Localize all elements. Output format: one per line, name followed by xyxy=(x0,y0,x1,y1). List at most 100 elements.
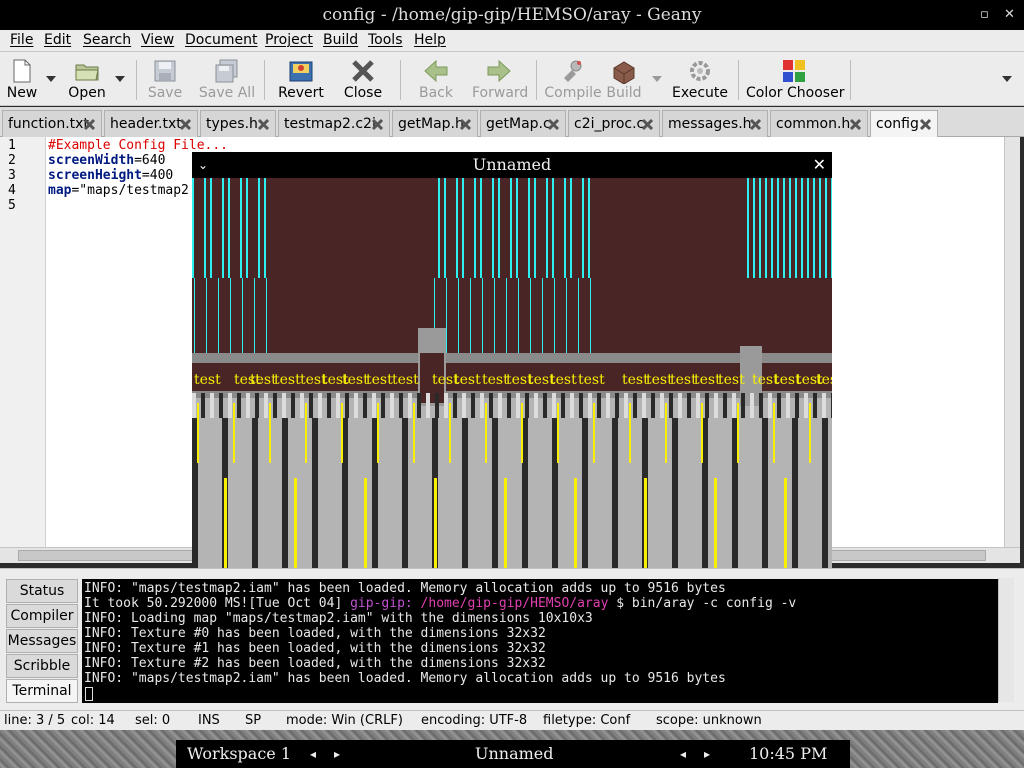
menu-project[interactable]: Project xyxy=(265,31,313,49)
compile-button[interactable]: Compile xyxy=(544,52,602,106)
menubar: File Edit Search View Document Project B… xyxy=(0,30,1024,52)
wall-texture xyxy=(372,393,376,418)
tab-messages-h[interactable]: messages.h xyxy=(662,110,768,137)
code-line[interactable]: screenHeight=400 xyxy=(48,168,173,183)
revert-icon xyxy=(289,61,313,82)
tab-terminal[interactable]: Terminal xyxy=(6,679,78,703)
toolbar: New Open Save Save All Revert Close Back… xyxy=(0,52,1024,106)
floor-highlight xyxy=(224,478,227,578)
menu-edit[interactable]: Edit xyxy=(44,31,71,49)
open-button[interactable]: Open xyxy=(64,52,110,106)
game-window-close-icon[interactable]: ✕ xyxy=(813,152,826,178)
wall-texture xyxy=(768,393,772,418)
prev-workspace-icon[interactable]: ◂ xyxy=(310,740,316,768)
ceiling-light xyxy=(194,278,195,353)
terminal-output[interactable]: INFO: "maps/testmap2.iam" has been loade… xyxy=(82,579,998,703)
wall-texture xyxy=(354,393,358,418)
save-all-button[interactable]: Save All xyxy=(198,52,256,106)
menu-view[interactable]: View xyxy=(141,31,174,49)
tab-getmap-h[interactable]: getMap.h xyxy=(392,110,478,137)
line-number-gutter: 1 2 3 4 5 xyxy=(0,137,46,547)
close-tab-icon[interactable] xyxy=(640,117,655,132)
tab-c2i-proc-c[interactable]: c2i_proc.c xyxy=(568,110,660,137)
taskbar-window-title[interactable]: Unnamed xyxy=(475,740,554,768)
save-button[interactable]: Save xyxy=(144,52,186,106)
game-window-titlebar[interactable]: ⌄ Unnamed ✕ xyxy=(192,152,832,178)
tab-compiler[interactable]: Compiler xyxy=(6,604,78,628)
tab-testmap2-c2i[interactable]: testmap2.c2i xyxy=(278,110,390,137)
tab-types-h[interactable]: types.h xyxy=(200,110,276,137)
menu-help[interactable]: Help xyxy=(414,31,446,49)
floor-highlight xyxy=(574,478,577,578)
document-tabs: function.txt header.txt types.h testmap2… xyxy=(0,107,1024,138)
menu-search[interactable]: Search xyxy=(83,31,131,49)
workspace-label[interactable]: Workspace 1 xyxy=(187,740,291,768)
tab-status[interactable]: Status xyxy=(6,579,78,603)
close-button[interactable]: Close xyxy=(340,52,386,106)
close-tab-icon[interactable] xyxy=(748,117,763,132)
ceiling-light xyxy=(530,278,531,353)
wall-texture xyxy=(629,403,631,463)
menu-build[interactable]: Build xyxy=(323,31,358,49)
ceiling-light xyxy=(590,278,591,353)
tab-function-txt[interactable]: function.txt xyxy=(2,110,102,137)
floor-stripe xyxy=(792,418,798,578)
tab-scribble[interactable]: Scribble xyxy=(6,654,78,678)
open-dropdown-arrow[interactable] xyxy=(115,76,125,82)
close-tab-icon[interactable] xyxy=(82,117,97,132)
revert-button[interactable]: Revert xyxy=(276,52,326,106)
back-button[interactable]: Back xyxy=(412,52,460,106)
toolbar-overflow-arrow[interactable] xyxy=(1002,76,1012,82)
code-line[interactable]: #Example Config File... xyxy=(48,138,228,153)
floor-highlight xyxy=(294,478,297,578)
close-tab-icon[interactable] xyxy=(458,117,473,132)
wall-texture xyxy=(521,403,523,463)
ceiling-light xyxy=(438,178,440,278)
menu-tools[interactable]: Tools xyxy=(368,31,403,49)
tab-header-txt[interactable]: header.txt xyxy=(104,110,198,137)
code-line[interactable]: map="maps/testmap2 xyxy=(48,183,189,198)
window-titlebar[interactable]: config - /home/gip-gip/HEMSO/aray - Gean… xyxy=(0,0,1024,30)
editor-vertical-scrollbar[interactable] xyxy=(1004,137,1020,547)
new-dropdown-arrow[interactable] xyxy=(46,76,56,82)
minimize-icon[interactable]: ⌄ xyxy=(198,152,208,178)
close-tab-icon[interactable] xyxy=(256,117,271,132)
wall-texture-text: test xyxy=(274,372,301,388)
close-tab-icon[interactable] xyxy=(178,117,193,132)
next-workspace-icon[interactable]: ▸ xyxy=(334,740,340,768)
next-window-icon[interactable]: ▸ xyxy=(704,740,710,768)
build-dropdown-arrow[interactable] xyxy=(652,76,662,82)
tab-messages[interactable]: Messages xyxy=(6,629,78,653)
close-icon[interactable]: ✕ xyxy=(1004,0,1015,30)
line-number: 4 xyxy=(8,183,16,198)
ceiling-light xyxy=(795,178,797,278)
wall-texture xyxy=(264,393,268,418)
prev-window-icon[interactable]: ◂ xyxy=(680,740,686,768)
close-tab-icon[interactable] xyxy=(848,117,863,132)
forward-button[interactable]: Forward xyxy=(472,52,528,106)
close-tab-icon[interactable] xyxy=(546,117,561,132)
close-tab-icon[interactable] xyxy=(918,117,933,132)
floor-stripe xyxy=(762,418,768,578)
ceiling-light xyxy=(813,178,815,278)
code-line[interactable]: screenWidth=640 xyxy=(48,153,165,168)
wall-texture xyxy=(561,393,565,418)
color-chooser-button[interactable]: Color Chooser xyxy=(746,52,844,106)
tab-getmap-c[interactable]: getMap.c xyxy=(480,110,566,137)
tab-common-h[interactable]: common.h xyxy=(770,110,868,137)
restore-icon[interactable]: ▫ xyxy=(980,0,989,30)
new-button[interactable]: New xyxy=(2,52,42,106)
terminal-scrollbar[interactable] xyxy=(998,578,1014,702)
wall-texture xyxy=(773,403,775,463)
build-button[interactable]: Build xyxy=(604,52,644,106)
tab-config[interactable]: config xyxy=(870,110,938,138)
execute-button[interactable]: Execute xyxy=(672,52,728,106)
raycast-render-canvas[interactable]: test testtesttest testtesttesttest test test… xyxy=(192,178,832,578)
menu-document[interactable]: Document xyxy=(185,31,258,49)
ceiling-light xyxy=(570,178,572,278)
menu-file[interactable]: File xyxy=(10,31,33,49)
close-tab-icon[interactable] xyxy=(370,117,385,132)
ceiling-light xyxy=(242,278,243,353)
game-window[interactable]: ⌄ Unnamed ✕ test test test test test test test… xyxy=(192,152,832,578)
wall-texture xyxy=(408,393,412,418)
